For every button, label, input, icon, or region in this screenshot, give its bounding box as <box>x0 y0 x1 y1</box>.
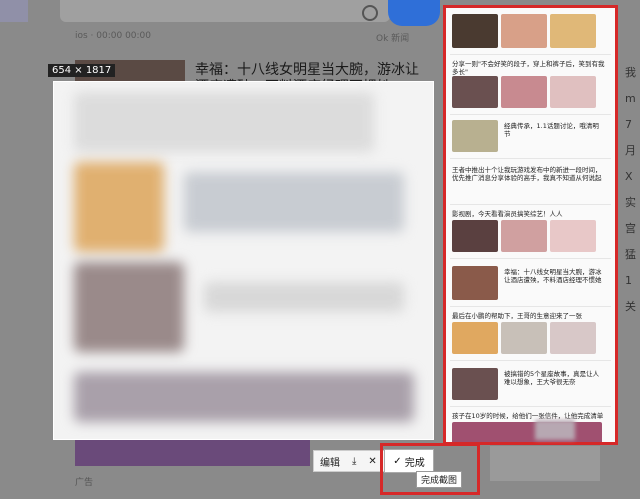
preview-item[interactable]: 幸福：十八线女明星当大腕，游冰让酒店遭殃，不料酒店经理不惯她 <box>504 268 604 292</box>
background-strip <box>490 446 600 481</box>
preview-item[interactable]: 分享一则"不会好笑的段子，穿上和裤子后，笑到有我多长" <box>452 60 607 76</box>
capture-region[interactable] <box>53 81 434 440</box>
capture-size-label: 654 × 1817 <box>48 64 116 77</box>
preview-item[interactable]: 最后在小鹏的帮助下，王哥的生意迎来了一张 <box>452 312 607 320</box>
preview-item[interactable]: 王者中推出十个让我玩游戏发布中的新进一段时间，优先推广消息分享体验的高手，我真不… <box>452 166 607 198</box>
preview-item[interactable]: 被搞错的5个星座故事，真是让人难以想象，王大爷很无奈 <box>504 370 604 394</box>
edit-button[interactable]: 编辑 <box>314 454 346 469</box>
sidebar-fragments: 我 m 7月 X 实 宫 猛 1关 <box>625 66 636 313</box>
highlight-box-toolbar <box>380 443 480 495</box>
news-thumbnail[interactable] <box>75 438 310 466</box>
screenshot-preview: 分享一则"不会好笑的段子，穿上和裤子后，笑到有我多长" 经典传承，1.1话题讨论… <box>443 5 618 445</box>
preview-item[interactable]: 影视剧，今天看看演员搞笑综艺！人人 <box>452 210 607 218</box>
search-bar[interactable] <box>60 0 390 22</box>
news-meta: ios · 00:00 00:00 <box>75 31 152 41</box>
blurred-area <box>535 420 575 440</box>
news-source: Ok 新闻 <box>376 34 410 44</box>
camera-icon[interactable] <box>362 5 378 21</box>
ad-label: 广告 <box>75 478 94 488</box>
download-icon[interactable]: ⤓ <box>346 456 362 467</box>
preview-item[interactable]: 孩子在10岁的时候，给他们一张信件，让他完成清单 <box>452 412 607 420</box>
preview-item[interactable]: 经典传承，1.1话题讨论，哦清明节 <box>504 122 604 138</box>
search-button[interactable] <box>388 0 440 26</box>
avatar <box>0 0 28 22</box>
